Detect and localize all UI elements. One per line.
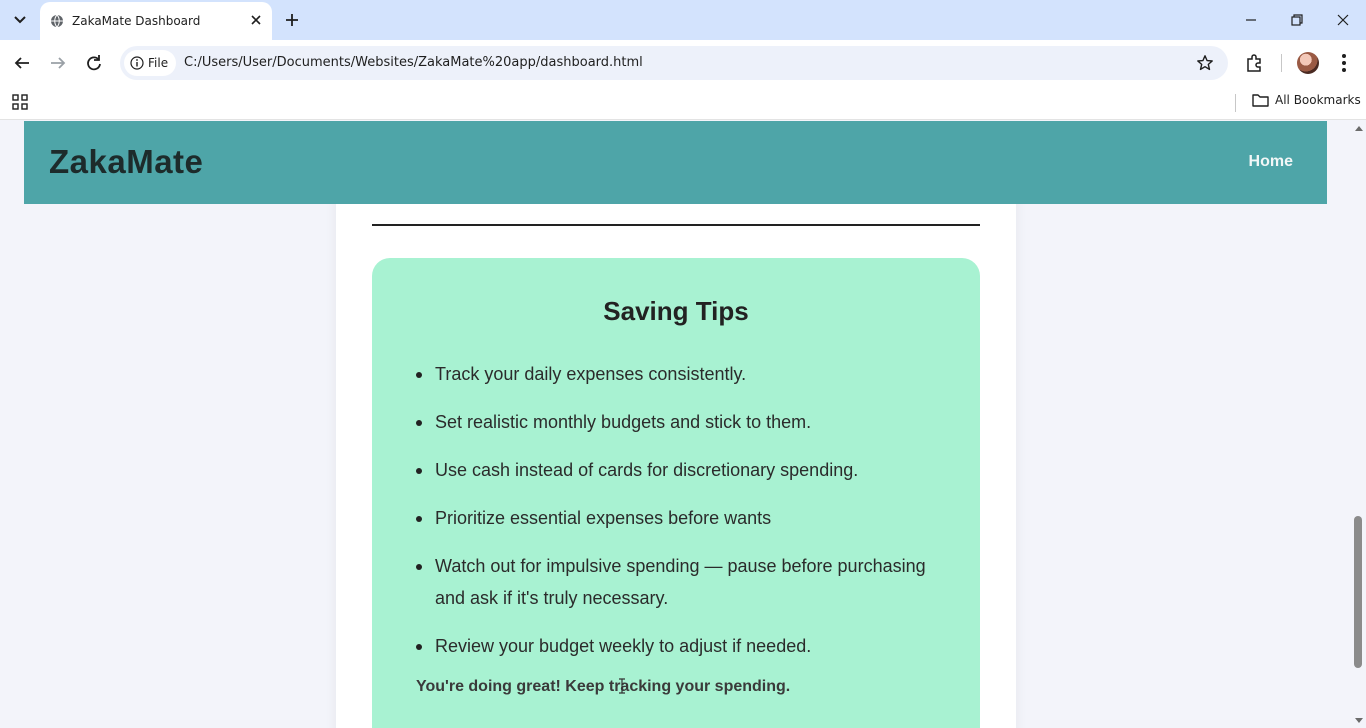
close-icon[interactable] <box>248 12 264 28</box>
tab-list-icon[interactable] <box>8 8 32 32</box>
forward-icon[interactable] <box>47 52 69 74</box>
scroll-thumb[interactable] <box>1354 516 1362 668</box>
browser-toolbar: File C:/Users/User/Documents/Websites/Za… <box>0 40 1366 86</box>
all-bookmarks-label: All Bookmarks <box>1275 93 1361 107</box>
page-scrollbar[interactable] <box>1351 121 1366 728</box>
all-bookmarks-button[interactable]: All Bookmarks <box>1252 93 1361 107</box>
site-header: ZakaMate Home <box>24 121 1327 204</box>
brand-logo[interactable]: ZakaMate <box>49 143 203 181</box>
back-icon[interactable] <box>11 52 33 74</box>
window-close-icon[interactable] <box>1333 10 1353 30</box>
encouragement-text: You're doing great! Keep tracking your s… <box>416 678 791 695</box>
extensions-icon[interactable] <box>1244 52 1266 74</box>
more-vert-icon[interactable] <box>1334 52 1354 74</box>
scroll-down-icon[interactable] <box>1355 718 1363 724</box>
tip-item: Use cash instead of cards for discretion… <box>416 454 936 486</box>
address-bar[interactable]: File C:/Users/User/Documents/Websites/Za… <box>120 46 1228 80</box>
tip-item: Watch out for impulsive spending — pause… <box>416 550 936 614</box>
section-divider <box>372 224 980 226</box>
tip-item: Review your budget weekly to adjust if n… <box>416 630 936 662</box>
tip-item: Prioritize essential expenses before wan… <box>416 502 936 534</box>
dashboard-content: Saving Tips Track your daily expenses co… <box>336 121 1016 728</box>
plus-icon[interactable] <box>282 10 302 30</box>
saving-tips-list: Track your daily expenses consistently. … <box>416 358 936 678</box>
profile-avatar[interactable] <box>1297 52 1319 74</box>
tip-item: Track your daily expenses consistently. <box>416 358 936 390</box>
tab-title: ZakaMate Dashboard <box>72 14 201 28</box>
restore-icon[interactable] <box>1287 10 1307 30</box>
tip-item: Set realistic monthly budgets and stick … <box>416 406 936 438</box>
reload-icon[interactable] <box>83 52 105 74</box>
site-info-chip[interactable]: File <box>124 50 176 76</box>
star-icon[interactable] <box>1196 54 1214 72</box>
scroll-up-icon[interactable] <box>1355 125 1363 131</box>
text-cursor-icon <box>619 678 625 694</box>
info-icon <box>130 56 144 70</box>
nav-home-link[interactable]: Home <box>1249 153 1293 171</box>
folder-icon <box>1252 94 1269 107</box>
active-tab[interactable]: ZakaMate Dashboard <box>40 2 272 40</box>
saving-tips-card: Saving Tips Track your daily expenses co… <box>372 258 980 728</box>
url-text[interactable]: C:/Users/User/Documents/Websites/ZakaMat… <box>184 55 643 70</box>
toolbar-separator <box>1281 54 1282 72</box>
saving-tips-title: Saving Tips <box>603 296 749 326</box>
globe-icon <box>51 14 63 28</box>
bookmarks-bar: All Bookmarks <box>0 86 1366 120</box>
apps-icon[interactable] <box>11 93 29 111</box>
minimize-icon[interactable] <box>1241 10 1261 30</box>
bookmarks-separator <box>1235 94 1236 112</box>
tab-strip: ZakaMate Dashboard <box>0 0 1366 40</box>
page-viewport: Saving Tips Track your daily expenses co… <box>0 121 1366 728</box>
site-chip-label: File <box>148 56 169 70</box>
